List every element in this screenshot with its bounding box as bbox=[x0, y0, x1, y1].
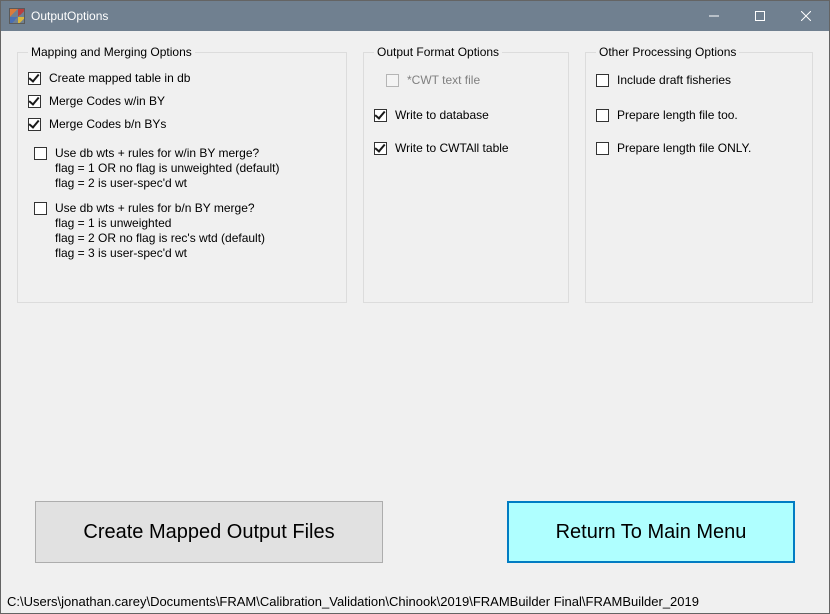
window-title: OutputOptions bbox=[31, 9, 108, 23]
merge-codes-win-checkbox[interactable] bbox=[28, 95, 41, 108]
wts-win-label: Use db wts + rules for w/in BY merge? fl… bbox=[55, 146, 279, 191]
return-main-menu-button[interactable]: Return To Main Menu bbox=[507, 501, 795, 563]
include-draft-checkbox[interactable] bbox=[596, 74, 609, 87]
prepare-length-too-checkbox[interactable] bbox=[596, 109, 609, 122]
close-button[interactable] bbox=[783, 1, 829, 31]
app-icon bbox=[9, 8, 25, 24]
output-format-group: Output Format Options *CWT text file Wri… bbox=[363, 45, 569, 303]
create-mapped-table-checkbox[interactable] bbox=[28, 72, 41, 85]
status-path: C:\Users\jonathan.carey\Documents\FRAM\C… bbox=[1, 594, 829, 609]
merge-codes-bn-label: Merge Codes b/n BYs bbox=[49, 117, 166, 132]
write-db-checkbox[interactable] bbox=[374, 109, 387, 122]
titlebar: OutputOptions bbox=[1, 1, 829, 31]
prepare-length-too-label: Prepare length file too. bbox=[617, 108, 738, 123]
maximize-button[interactable] bbox=[737, 1, 783, 31]
mapping-merging-group: Mapping and Merging Options Create mappe… bbox=[17, 45, 347, 303]
wts-bn-label: Use db wts + rules for b/n BY merge? fla… bbox=[55, 201, 265, 261]
cwt-text-checkbox bbox=[386, 74, 399, 87]
other-legend: Other Processing Options bbox=[596, 45, 739, 59]
prepare-length-only-label: Prepare length file ONLY. bbox=[617, 141, 751, 156]
client-area: Mapping and Merging Options Create mappe… bbox=[1, 31, 829, 613]
other-processing-group: Other Processing Options Include draft f… bbox=[585, 45, 813, 303]
app-window: OutputOptions Mapping and Merging Option… bbox=[0, 0, 830, 614]
write-cwtall-label: Write to CWTAll table bbox=[395, 141, 509, 156]
prepare-length-only-checkbox[interactable] bbox=[596, 142, 609, 155]
wts-win-checkbox[interactable] bbox=[34, 147, 47, 160]
create-mapped-output-button[interactable]: Create Mapped Output Files bbox=[35, 501, 383, 563]
output-legend: Output Format Options bbox=[374, 45, 502, 59]
merge-codes-bn-checkbox[interactable] bbox=[28, 118, 41, 131]
merge-codes-win-label: Merge Codes w/in BY bbox=[49, 94, 165, 109]
minimize-button[interactable] bbox=[691, 1, 737, 31]
cwt-text-label: *CWT text file bbox=[407, 73, 480, 88]
write-db-label: Write to database bbox=[395, 108, 489, 123]
include-draft-label: Include draft fisheries bbox=[617, 73, 731, 88]
mapping-legend: Mapping and Merging Options bbox=[28, 45, 195, 59]
write-cwtall-checkbox[interactable] bbox=[374, 142, 387, 155]
wts-bn-checkbox[interactable] bbox=[34, 202, 47, 215]
create-mapped-table-label: Create mapped table in db bbox=[49, 71, 190, 86]
